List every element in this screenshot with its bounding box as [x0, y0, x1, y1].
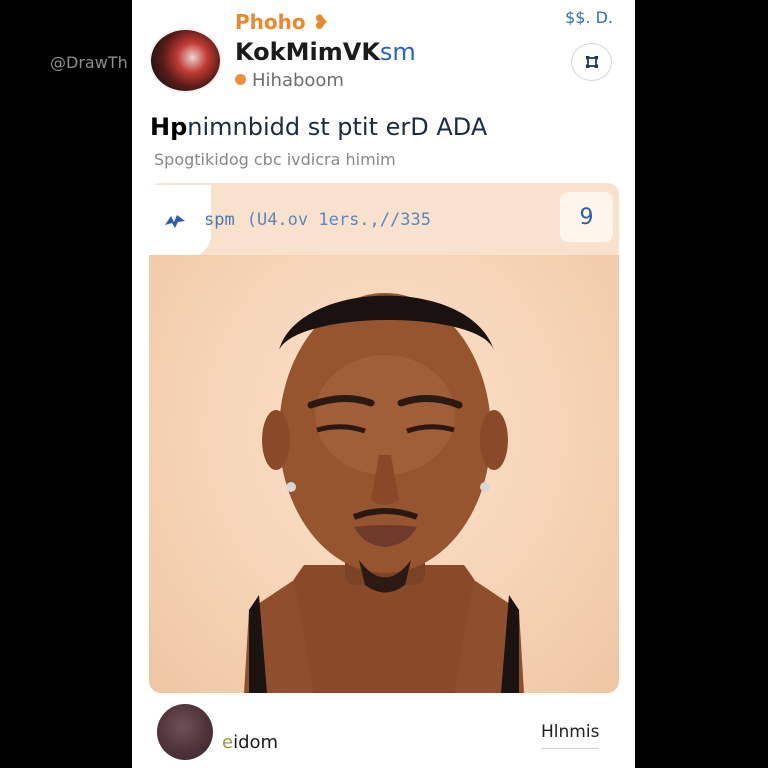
expand-button[interactable] [571, 43, 612, 81]
post-timestamp: spm (U4.ov 1ers.,//335 [204, 210, 431, 230]
avatar[interactable] [149, 28, 222, 93]
like-button[interactable] [149, 185, 211, 257]
brand-title: Phoho ❥ [235, 10, 329, 34]
post-info-bar: spm (U4.ov 1ers.,//335 9 [149, 183, 619, 257]
post-subline: Spogtikidog cbc ivdicra himim [154, 150, 396, 169]
username-bold: KokMimVK [235, 38, 380, 66]
handle-label: Hihaboom [252, 70, 344, 91]
post-headline: Hpnimnbidd st ptit erD ADA [150, 113, 620, 141]
post-card[interactable]: spm (U4.ov 1ers.,//335 9 [149, 183, 619, 693]
post-footer: eidom Hlnmis [132, 700, 635, 768]
user-handle[interactable]: Hihaboom [235, 70, 344, 91]
username-suffix: sm [379, 38, 416, 66]
post-time: spm [204, 210, 235, 230]
post-photo[interactable] [149, 255, 619, 693]
headline-bold: Hp [150, 113, 188, 141]
brand-label: Phoho [235, 10, 306, 34]
footer-label: eidom [222, 732, 278, 753]
count-badge[interactable]: 9 [560, 192, 613, 242]
online-dot-icon [235, 74, 246, 85]
footer-label-mark: e [222, 732, 234, 753]
bird-icon [165, 215, 185, 228]
corner-status: $$. D. [565, 8, 613, 27]
expand-icon [585, 56, 598, 68]
footer-link[interactable]: Hlnmis [541, 722, 600, 749]
username[interactable]: KokMimVKsm [235, 38, 416, 66]
post-screen: Phoho ❥ $$. D. KokMimVKsm Hihaboom Hpnim… [132, 0, 635, 768]
footer-label-text: idom [233, 732, 279, 753]
post-date: (U4.ov 1ers.,//335 [246, 210, 431, 230]
portrait-image [244, 293, 524, 693]
heart-icon: ❥ [312, 10, 330, 34]
headline-text: nimnbidd st ptit erD ADA [187, 113, 488, 141]
commenter-avatar[interactable] [157, 704, 213, 760]
